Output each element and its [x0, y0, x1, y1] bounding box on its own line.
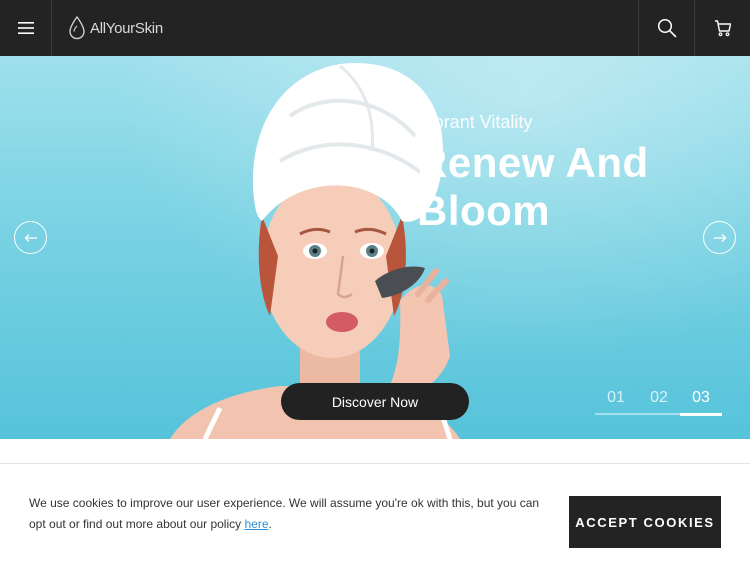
accept-cookies-button[interactable]: ACCEPT COOKIES	[569, 496, 721, 548]
brand-logo[interactable]: AllYourSkin	[52, 0, 163, 56]
cookie-message-text: We use cookies to improve our user exper…	[29, 496, 540, 531]
brand-name: AllYourSkin	[90, 19, 163, 37]
top-header: AllYourSkin	[0, 0, 750, 56]
next-slide-button[interactable]	[703, 221, 736, 254]
cart-button[interactable]	[694, 0, 750, 56]
hero-title: Renew And Bloom	[417, 139, 649, 234]
hero-subtitle: Vibrant Vitality	[418, 112, 533, 132]
slide-indicator-2[interactable]: 02	[638, 389, 680, 413]
cookie-message: We use cookies to improve our user exper…	[29, 493, 549, 535]
hamburger-menu-icon	[17, 22, 34, 34]
slide-progress-active	[680, 413, 722, 416]
header-spacer	[163, 0, 638, 56]
slide-indicator-3[interactable]: 03	[680, 389, 722, 413]
cookie-banner-divider	[0, 463, 750, 464]
cookie-message-end: .	[268, 517, 272, 531]
slide-pager: 01 02 03	[595, 389, 722, 416]
water-drop-icon	[69, 16, 85, 40]
previous-slide-button[interactable]	[14, 221, 47, 254]
cookie-policy-link[interactable]: here	[244, 517, 268, 531]
menu-button[interactable]	[0, 0, 52, 56]
search-icon	[657, 18, 676, 38]
discover-now-button[interactable]: Discover Now	[281, 383, 469, 420]
arrow-right-icon	[713, 233, 726, 242]
hero-slider: Vibrant Vitality Renew And Bloom Discove…	[0, 56, 750, 439]
search-button[interactable]	[638, 0, 694, 56]
arrow-left-icon	[24, 233, 37, 242]
slide-indicator-1[interactable]: 01	[595, 389, 637, 413]
shopping-cart-icon	[714, 20, 731, 37]
